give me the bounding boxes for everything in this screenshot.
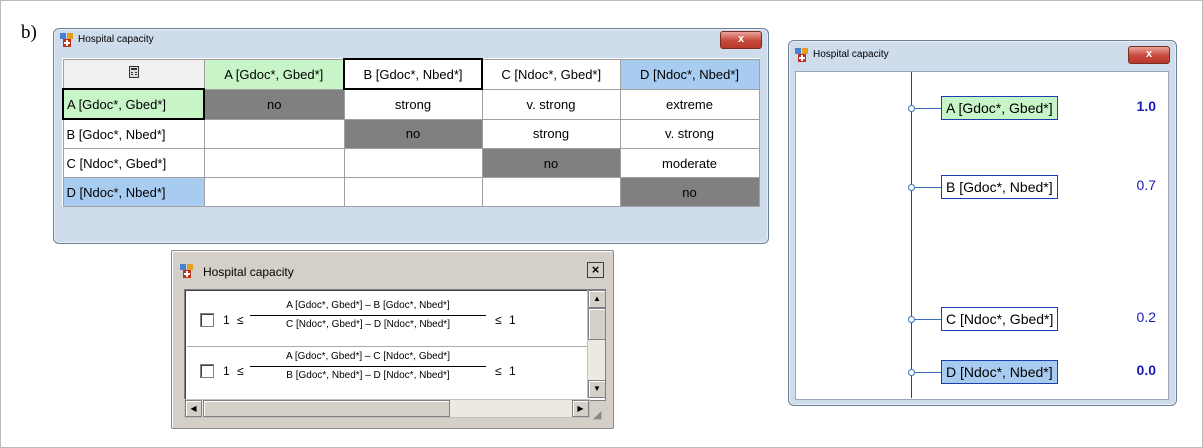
- constraint-row[interactable]: 1 ≤ A [Gdoc*, Gbed*] – B [Gdoc*, Nbed*] …: [187, 296, 587, 347]
- matrix-cell[interactable]: strong: [343, 88, 483, 120]
- matrix-cell[interactable]: v. strong: [481, 88, 621, 120]
- matrix-cell[interactable]: no: [481, 148, 621, 178]
- matrix-window: Hospital capacity x A [Gdoc*, Gbed*] B […: [53, 28, 769, 244]
- scale-axis: [911, 72, 912, 398]
- scale-connector: [911, 187, 941, 189]
- column-header[interactable]: D [Ndoc*, Nbed*]: [619, 58, 760, 90]
- scale-connector: [911, 108, 941, 109]
- le-symbol: ≤: [237, 364, 244, 378]
- app-icon: [60, 33, 73, 47]
- constraints-window: Hospital capacity × 1 ≤ A [Gdoc*, Gbed*]…: [171, 250, 614, 429]
- fraction-bar: [250, 315, 486, 316]
- scale-item-label[interactable]: D [Ndoc*, Nbed*]: [941, 360, 1058, 384]
- matrix-cell[interactable]: v. strong: [619, 118, 760, 149]
- denominator: C [Ndoc*, Gbed*] – D [Ndoc*, Nbed*]: [286, 319, 450, 330]
- matrix-cell[interactable]: [203, 118, 345, 149]
- matrix-row: A [Gdoc*, Gbed*] no strong v. strong ext…: [62, 88, 760, 120]
- matrix-cell[interactable]: no: [343, 118, 483, 149]
- matrix-titlebar[interactable]: Hospital capacity x: [54, 29, 768, 51]
- calculator-icon[interactable]: [62, 58, 205, 90]
- fraction-bar: [250, 366, 486, 367]
- scroll-up-icon[interactable]: ▲: [588, 290, 606, 308]
- scroll-thumb[interactable]: [588, 308, 606, 340]
- window-title: Hospital capacity: [813, 49, 889, 60]
- comparison-matrix: A [Gdoc*, Gbed*] B [Gdoc*, Nbed*] C [Ndo…: [62, 58, 760, 207]
- window-title: Hospital capacity: [78, 34, 154, 45]
- scale-connector: [911, 319, 941, 321]
- scale-window: Hospital capacity x A [Gdoc*, Gbed*] 1.0 B…: [788, 40, 1177, 406]
- scale-item-value: 0.0: [1136, 362, 1156, 378]
- scale-panel: A [Gdoc*, Gbed*] 1.0 B [Gdoc*, Nbed*] 0.7 C …: [795, 71, 1169, 400]
- row-header[interactable]: B [Gdoc*, Nbed*]: [62, 118, 205, 149]
- column-header[interactable]: A [Gdoc*, Gbed*]: [203, 58, 345, 90]
- app-icon: [180, 264, 193, 278]
- le-symbol: ≤: [237, 313, 244, 327]
- matrix-cell[interactable]: [343, 148, 483, 178]
- matrix-cell[interactable]: moderate: [619, 148, 760, 178]
- ratio-fraction: A [Gdoc*, Gbed*] – C [Ndoc*, Gbed*] B [G…: [250, 349, 486, 384]
- upper-bound: 1: [509, 364, 516, 378]
- close-button[interactable]: x: [1128, 46, 1170, 64]
- constraint-list[interactable]: 1 ≤ A [Gdoc*, Gbed*] – B [Gdoc*, Nbed*] …: [184, 289, 606, 401]
- scroll-left-icon[interactable]: ◀: [185, 400, 202, 417]
- matrix-cell[interactable]: extreme: [619, 88, 760, 120]
- le-symbol: ≤: [495, 313, 502, 327]
- window-title: Hospital capacity: [203, 265, 294, 279]
- upper-bound: 1: [509, 313, 516, 327]
- figure-label: b): [21, 22, 37, 43]
- lower-bound: 1: [223, 313, 230, 327]
- scale-marker[interactable]: [908, 369, 915, 376]
- matrix-cell[interactable]: [481, 177, 621, 207]
- row-header[interactable]: A [Gdoc*, Gbed*]: [62, 88, 205, 120]
- app-icon: [795, 48, 808, 62]
- column-header[interactable]: C [Ndoc*, Gbed*]: [481, 58, 621, 90]
- matrix-cell[interactable]: no: [203, 88, 345, 120]
- scale-connector: [911, 372, 941, 373]
- matrix-row: D [Ndoc*, Nbed*] no: [62, 177, 760, 207]
- horizontal-scrollbar[interactable]: ◀ ▶: [184, 399, 590, 418]
- scale-item-value: 0.2: [1136, 309, 1156, 326]
- matrix-cell[interactable]: [203, 177, 345, 207]
- matrix-cell[interactable]: [203, 148, 345, 178]
- scroll-down-icon[interactable]: ▼: [588, 380, 606, 398]
- scale-marker[interactable]: [908, 316, 915, 324]
- numerator: A [Gdoc*, Gbed*] – C [Ndoc*, Gbed*]: [286, 351, 450, 362]
- close-button[interactable]: ×: [587, 262, 604, 278]
- matrix-cell[interactable]: no: [619, 177, 760, 207]
- close-button[interactable]: x: [720, 31, 762, 49]
- scale-item-label[interactable]: C [Ndoc*, Gbed*]: [941, 307, 1059, 332]
- vertical-scrollbar[interactable]: ▲ ▼: [587, 290, 606, 398]
- matrix-row: B [Gdoc*, Nbed*] no strong v. strong: [62, 118, 760, 149]
- constraint-checkbox[interactable]: [200, 313, 214, 327]
- matrix-cell[interactable]: [343, 177, 483, 207]
- numerator: A [Gdoc*, Gbed*] – B [Gdoc*, Nbed*]: [286, 300, 450, 311]
- le-symbol: ≤: [495, 364, 502, 378]
- scale-titlebar[interactable]: Hospital capacity x: [789, 41, 1176, 69]
- matrix-cell[interactable]: strong: [481, 118, 621, 149]
- resize-grip-icon[interactable]: ◢: [593, 408, 607, 422]
- column-header[interactable]: B [Gdoc*, Nbed*]: [343, 58, 483, 90]
- scroll-thumb[interactable]: [203, 400, 450, 417]
- matrix-row: C [Ndoc*, Gbed*] no moderate: [62, 148, 760, 178]
- scale-item-label[interactable]: B [Gdoc*, Nbed*]: [941, 175, 1058, 200]
- row-header[interactable]: C [Ndoc*, Gbed*]: [62, 148, 205, 178]
- row-header[interactable]: D [Ndoc*, Nbed*]: [62, 177, 205, 207]
- scale-marker[interactable]: [908, 184, 915, 192]
- scale-item-value: 0.7: [1136, 177, 1156, 194]
- lower-bound: 1: [223, 364, 230, 378]
- ratio-fraction: A [Gdoc*, Gbed*] – B [Gdoc*, Nbed*] C [N…: [250, 298, 486, 333]
- constraint-row[interactable]: 1 ≤ A [Gdoc*, Gbed*] – C [Ndoc*, Gbed*] …: [187, 347, 587, 397]
- scale-marker[interactable]: [908, 105, 915, 112]
- scale-item-value: 1.0: [1136, 98, 1156, 114]
- denominator: B [Gdoc*, Nbed*] – D [Ndoc*, Nbed*]: [286, 370, 450, 381]
- constraint-checkbox[interactable]: [200, 364, 214, 378]
- scroll-right-icon[interactable]: ▶: [572, 400, 589, 417]
- scale-item-label[interactable]: A [Gdoc*, Gbed*]: [941, 96, 1058, 120]
